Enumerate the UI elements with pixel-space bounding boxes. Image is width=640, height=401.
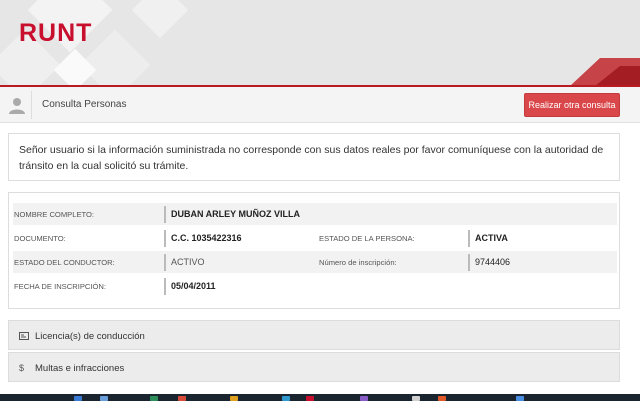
taskbar-app-icon[interactable] <box>306 396 314 401</box>
consulta-bar: Consulta Personas Realizar otra consulta <box>0 87 640 123</box>
notice-text: Señor usuario si la información suminist… <box>19 144 604 172</box>
page-title: Consulta Personas <box>42 99 127 110</box>
licencias-section[interactable]: Licencia(s) de conducción <box>8 320 620 350</box>
nombre-label: NOMBRE COMPLETO: <box>14 210 95 219</box>
row-documento: DOCUMENTO: C.C. 1035422316 ESTADO DE LA … <box>13 227 617 249</box>
taskbar-app-icon[interactable] <box>282 396 290 401</box>
licencias-label: Licencia(s) de conducción <box>35 331 145 342</box>
taskbar-app-icon[interactable] <box>150 396 158 401</box>
row-conductor: ESTADO DEL CONDUCTOR: ACTIVO Número de i… <box>13 251 617 273</box>
notice-box: Señor usuario si la información suminist… <box>8 133 620 181</box>
separator <box>164 206 166 223</box>
runt-logo[interactable]: RUNT <box>19 19 92 48</box>
multas-label: Multas e infracciones <box>35 363 125 374</box>
fecha-inscripcion-value: 05/04/2011 <box>171 281 216 291</box>
estado-conductor-value: ACTIVO <box>171 257 205 267</box>
documento-value: C.C. 1035422316 <box>171 233 242 243</box>
separator <box>164 278 166 295</box>
separator <box>164 230 166 247</box>
row-nombre: NOMBRE COMPLETO: DUBAN ARLEY MUÑOZ VILLA <box>13 203 617 225</box>
taskbar-app-icon[interactable] <box>412 396 420 401</box>
numero-inscripcion-label: Número de inscripción: <box>319 258 397 267</box>
taskbar-app-icon[interactable] <box>360 396 368 401</box>
separator <box>468 254 470 271</box>
banner-corner-decoration <box>570 58 640 86</box>
estado-conductor-label: ESTADO DEL CONDUCTOR: <box>14 258 115 267</box>
user-icon <box>9 98 25 114</box>
person-info-panel: NOMBRE COMPLETO: DUBAN ARLEY MUÑOZ VILLA… <box>8 192 620 309</box>
estado-persona-label: ESTADO DE LA PERSONA: <box>319 234 415 243</box>
taskbar-app-icon[interactable] <box>74 396 82 401</box>
dollar-icon: $ <box>19 363 25 373</box>
separator <box>164 254 166 271</box>
id-card-icon <box>19 332 29 340</box>
taskbar-app-icon[interactable] <box>516 396 524 401</box>
taskbar-app-icon[interactable] <box>178 396 186 401</box>
row-fecha: FECHA DE INSCRIPCIÓN: 05/04/2011 <box>13 275 617 297</box>
estado-persona-value: ACTIVA <box>475 233 508 243</box>
taskbar-app-icon[interactable] <box>100 396 108 401</box>
separator <box>468 230 470 247</box>
taskbar-app-icon[interactable] <box>230 396 238 401</box>
os-taskbar <box>0 394 640 401</box>
bar-divider <box>31 91 32 119</box>
new-query-button[interactable]: Realizar otra consulta <box>524 93 620 117</box>
nombre-value: DUBAN ARLEY MUÑOZ VILLA <box>171 209 300 219</box>
taskbar-app-icon[interactable] <box>438 396 446 401</box>
fecha-inscripcion-label: FECHA DE INSCRIPCIÓN: <box>14 282 106 291</box>
numero-inscripcion-value: 9744406 <box>475 257 511 267</box>
documento-label: DOCUMENTO: <box>14 234 66 243</box>
header-banner: RUNT <box>0 0 640 86</box>
multas-section[interactable]: $ Multas e infracciones <box>8 352 620 382</box>
